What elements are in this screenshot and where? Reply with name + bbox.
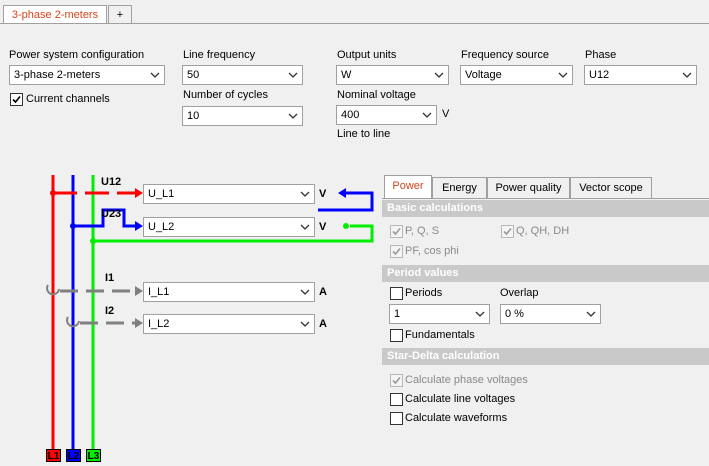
channel-u-l2-select[interactable]: U_L2 [143, 217, 315, 237]
tab-power-quality[interactable]: Power quality [487, 177, 570, 198]
phase-l3-badge: L3 [86, 449, 101, 462]
chevron-down-icon [475, 311, 485, 317]
chevron-down-icon [586, 311, 596, 317]
u23-label: U23 [101, 208, 122, 220]
channel-i-l2-unit: A [319, 318, 327, 330]
i1-arrow-icon [135, 286, 143, 296]
channel-i-l1-unit: A [319, 286, 327, 298]
pqs-label: P, Q, S [405, 225, 440, 237]
periods-select[interactable]: 1 [389, 304, 490, 324]
check-icon [503, 227, 512, 236]
phase-voltages-checkbox[interactable] [390, 374, 403, 387]
u23-node [70, 223, 76, 229]
tab-power-quality-label: Power quality [495, 182, 562, 194]
i1-label: I1 [105, 272, 115, 284]
channel-u-l2-unit: V [319, 221, 327, 233]
u12-arrow-icon [135, 188, 143, 198]
channel-i-l2-value: I_L2 [148, 318, 170, 330]
pf-cosphi-checkbox[interactable] [390, 245, 403, 258]
chevron-down-icon [300, 191, 310, 197]
channel-u-l1-value: U_L1 [148, 188, 175, 200]
l2-return-arrow-icon [338, 188, 346, 198]
tab-vector-scope[interactable]: Vector scope [570, 177, 652, 198]
tab-energy-label: Energy [442, 182, 477, 194]
period-values-header: Period values [382, 265, 709, 282]
u12-label: U12 [101, 176, 122, 188]
chevron-down-icon [300, 289, 310, 295]
star-delta-header: Star-Delta calculation [382, 348, 709, 365]
check-icon [392, 227, 401, 236]
i2-arrow-icon [135, 318, 143, 328]
waveforms-label: Calculate waveforms [405, 412, 508, 424]
tab-vector-scope-label: Vector scope [579, 182, 643, 194]
waveforms-checkbox[interactable] [390, 412, 403, 425]
channel-u-l2-value: U_L2 [148, 221, 175, 233]
phase-voltages-label: Calculate phase voltages [405, 374, 528, 386]
tab-power-label: Power [392, 180, 424, 192]
l3-return-node [343, 223, 349, 229]
channel-i-l1-select[interactable]: I_L1 [143, 282, 315, 302]
tab-power[interactable]: Power [384, 175, 432, 198]
overlap-select[interactable]: 0 % [500, 304, 601, 324]
periods-checkbox[interactable] [390, 287, 403, 300]
basic-calculations-header: Basic calculations [382, 200, 709, 217]
overlap-label: Overlap [500, 287, 539, 299]
line-voltages-label: Calculate line voltages [405, 393, 516, 405]
q-qh-dh-checkbox[interactable] [501, 225, 514, 238]
fundamentals-label: Fundamentals [405, 329, 475, 341]
tab-energy[interactable]: Energy [432, 177, 487, 198]
phase-l1-badge: L1 [46, 449, 61, 462]
channel-u-l1-select[interactable]: U_L1 [143, 184, 315, 204]
phase-l2-badge: L2 [66, 449, 81, 462]
u12-node [50, 190, 56, 196]
overlap-value: 0 % [505, 308, 524, 320]
channel-i-l2-select[interactable]: I_L2 [143, 314, 315, 334]
line-voltages-checkbox[interactable] [390, 393, 403, 406]
i2-label: I2 [105, 305, 115, 317]
q-qh-dh-label: Q, QH, DH [516, 225, 570, 237]
periods-label: Periods [405, 287, 443, 299]
chevron-down-icon [300, 321, 310, 327]
l3-node [90, 238, 96, 244]
chevron-down-icon [300, 224, 310, 230]
channel-u-l1-unit: V [319, 188, 327, 200]
periods-value: 1 [394, 308, 401, 320]
right-tabs-divider [382, 198, 709, 199]
pf-cosphi-label: PF, cos phi [405, 245, 459, 257]
fundamentals-checkbox[interactable] [390, 329, 403, 342]
channel-i-l1-value: I_L1 [148, 286, 170, 298]
u23-arrow-icon [135, 221, 143, 231]
check-icon [392, 376, 401, 385]
wiring-diagram [46, 175, 374, 450]
check-icon [392, 247, 401, 256]
pqs-checkbox[interactable] [390, 225, 403, 238]
